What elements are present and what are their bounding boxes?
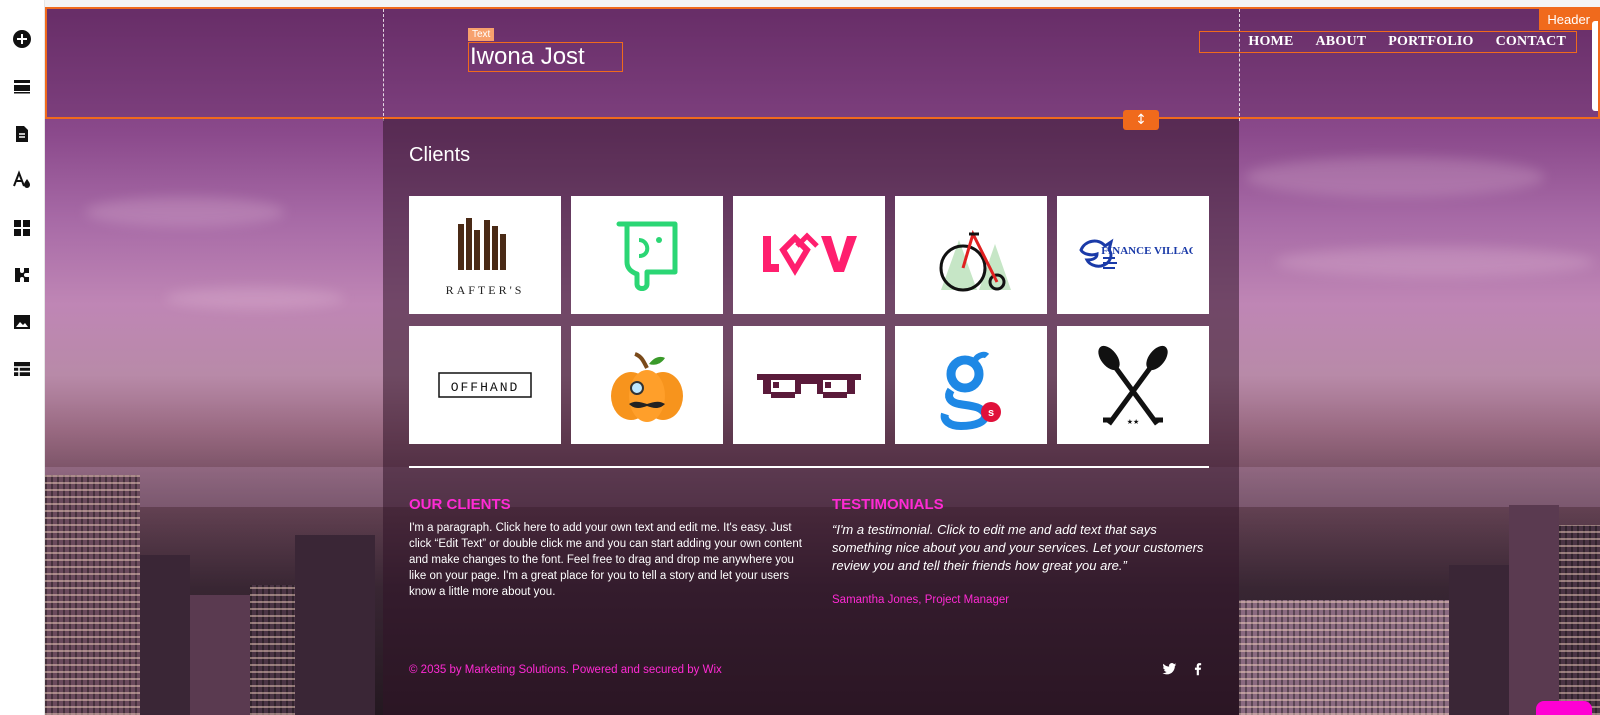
building (190, 595, 250, 715)
pages-icon[interactable] (8, 120, 36, 148)
building (1559, 525, 1600, 715)
oars-logo-icon: ★★ (1098, 345, 1168, 426)
client-logo-g[interactable]: s (895, 326, 1047, 444)
svg-text:OFFHAND: OFFHAND (451, 380, 520, 395)
table-icon[interactable] (8, 355, 36, 383)
theme-icon[interactable] (8, 166, 36, 194)
nav-about[interactable]: ABOUT (1316, 34, 1367, 50)
building (45, 475, 140, 715)
building (1239, 600, 1449, 715)
layout-guide (1239, 9, 1240, 121)
cloud (85, 197, 285, 227)
building (1449, 565, 1509, 715)
cloud (165, 287, 345, 309)
building (295, 535, 375, 715)
client-logo-glasses[interactable] (733, 326, 885, 444)
nav-contact[interactable]: CONTACT (1496, 34, 1566, 50)
header-badge[interactable]: Header (1539, 9, 1598, 30)
editor-toolbar (0, 0, 45, 715)
header-section[interactable]: Text Iwona Jost HOME ABOUT PORTFOLIO CON… (45, 7, 1600, 121)
elephant-logo-icon (616, 221, 678, 291)
g-logo-icon: s (940, 351, 1001, 430)
client-logo-oars[interactable]: ★★ (1057, 326, 1209, 444)
clients-heading[interactable]: Clients (409, 144, 470, 167)
rafters-logo: RAFTER'S (446, 218, 525, 297)
pumpkin-logo-icon (611, 352, 683, 422)
building (140, 555, 190, 715)
client-logo-lv[interactable] (733, 196, 885, 314)
extensions-icon[interactable] (8, 261, 36, 289)
facebook-icon[interactable] (1189, 660, 1207, 678)
nav-portfolio[interactable]: PORTFOLIO (1388, 34, 1473, 50)
finance-village-logo: FINANCE VILLAGE (1079, 238, 1193, 269)
lv-logo-icon (763, 232, 857, 276)
footer-copyright[interactable]: © 2035 by Marketing Solutions. Powered a… (409, 664, 722, 676)
svg-text:FINANCE VILLAGE: FINANCE VILLAGE (1101, 245, 1193, 257)
media-icon[interactable] (8, 308, 36, 336)
client-logo-bicycle[interactable] (895, 196, 1047, 314)
cloud (1275, 247, 1595, 277)
client-logo-finance-village[interactable]: FINANCE VILLAGE (1057, 196, 1209, 314)
building (1509, 505, 1559, 715)
header-resize-handle[interactable]: ↕ (1123, 110, 1159, 130)
svg-text:★★: ★★ (1127, 418, 1140, 426)
main-nav[interactable]: HOME ABOUT PORTFOLIO CONTACT (1199, 31, 1577, 53)
sections-icon[interactable] (8, 72, 36, 100)
svg-text:s: s (988, 407, 994, 419)
client-logo-rafters[interactable]: RAFTER'S (409, 196, 561, 314)
add-icon[interactable] (8, 25, 36, 53)
text-element-tag: Text (468, 28, 495, 41)
nav-home[interactable]: HOME (1248, 34, 1293, 50)
chat-button[interactable] (1536, 701, 1592, 715)
building (250, 585, 295, 715)
testimonials-heading[interactable]: TESTIMONIALS (832, 496, 944, 513)
client-logo-offhand[interactable]: OFFHAND (409, 326, 561, 444)
scroll-thumb[interactable] (1592, 21, 1598, 111)
our-clients-paragraph[interactable]: I'm a paragraph. Click here to add your … (409, 520, 805, 600)
section-divider (409, 466, 1209, 468)
layout-guide (383, 9, 384, 121)
cloud (1245, 157, 1545, 197)
svg-text:RAFTER'S: RAFTER'S (446, 283, 525, 297)
clients-strip: Clients RAFTER'S FINANCE VILLA OFFHAND s… (383, 119, 1239, 715)
client-logo-pumpkin[interactable] (571, 326, 723, 444)
bicycle-logo-icon (939, 229, 1011, 292)
testimonial-quote[interactable]: “I'm a testimonial. Click to edit me and… (832, 521, 1216, 575)
site-canvas: Text Iwona Jost HOME ABOUT PORTFOLIO CON… (45, 7, 1600, 715)
testimonial-author[interactable]: Samantha Jones, Project Manager (832, 594, 1009, 606)
offhand-logo: OFFHAND (438, 372, 532, 398)
twitter-icon[interactable] (1160, 660, 1178, 678)
apps-icon[interactable] (8, 214, 36, 242)
site-title[interactable]: Iwona Jost (468, 42, 623, 72)
our-clients-heading[interactable]: OUR CLIENTS (409, 496, 511, 513)
client-logo-elephant[interactable] (571, 196, 723, 314)
glasses-logo-icon (757, 374, 861, 398)
